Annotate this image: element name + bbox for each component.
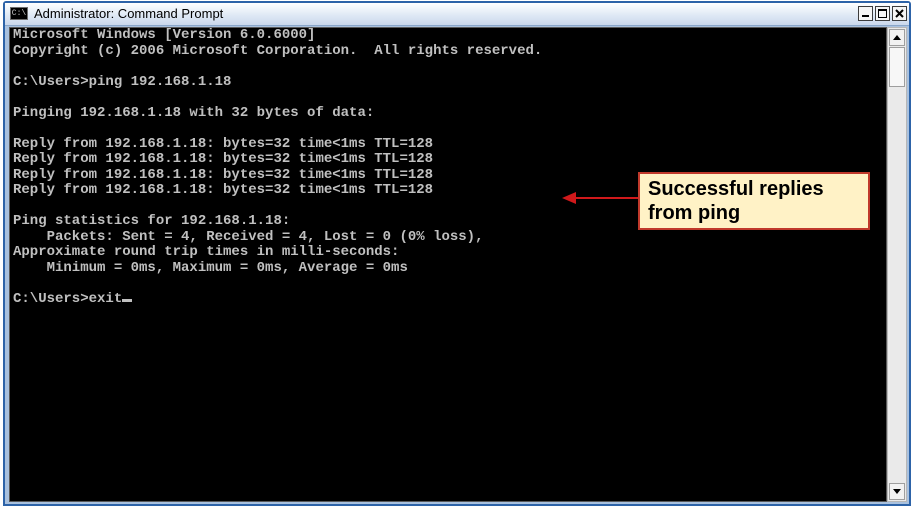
cmd-icon[interactable]: C:\ [10,7,28,20]
console-line: Minimum = 0ms, Maximum = 0ms, Average = … [13,259,408,276]
console-output[interactable]: Microsoft Windows [Version 6.0.6000] Copy… [9,27,887,502]
maximize-button[interactable] [875,6,890,21]
console-line: C:\Users>ping 192.168.1.18 [13,73,232,90]
console-line: Reply from 192.168.1.18: bytes=32 time<1… [13,151,434,167]
console-line: Approximate round trip times in milli-se… [13,244,400,260]
console-line: C:\Users>exit [13,291,542,308]
console-line: Reply from 192.168.1.18: bytes=32 time<1… [13,182,434,198]
console-line: Ping statistics for 192.168.1.18: [13,213,291,229]
console-text: Microsoft Windows [Version 6.0.6000] Copy… [13,28,542,307]
annotation-callout: Successful replies from ping [638,172,870,230]
text-cursor [122,298,133,302]
scroll-up-button[interactable] [889,29,905,46]
scroll-thumb[interactable] [889,47,905,87]
minimize-button[interactable] [858,6,873,21]
vertical-scrollbar[interactable] [887,27,907,502]
console-line: Microsoft Windows [Version 6.0.6000] [13,27,316,43]
annotation-arrow [562,192,640,204]
console-line: Packets: Sent = 4, Received = 4, Lost = … [13,228,484,245]
command-prompt-window: C:\ Administrator: Command Prompt Micros… [3,1,911,506]
title-bar[interactable]: C:\ Administrator: Command Prompt [5,3,909,26]
close-button[interactable] [892,6,907,21]
window-title: Administrator: Command Prompt [34,6,224,21]
close-icon [895,9,904,18]
console-line: Reply from 192.168.1.18: bytes=32 time<1… [13,135,434,152]
console-line: Reply from 192.168.1.18: bytes=32 time<1… [13,166,434,183]
console-line: Copyright (c) 2006 Microsoft Corporation… [13,42,543,59]
console-line: Pinging 192.168.1.18 with 32 bytes of da… [13,104,375,121]
annotation-line-2: from ping [648,202,741,224]
scroll-down-button[interactable] [889,483,905,500]
annotation-line-1: Successful replies [648,178,824,200]
